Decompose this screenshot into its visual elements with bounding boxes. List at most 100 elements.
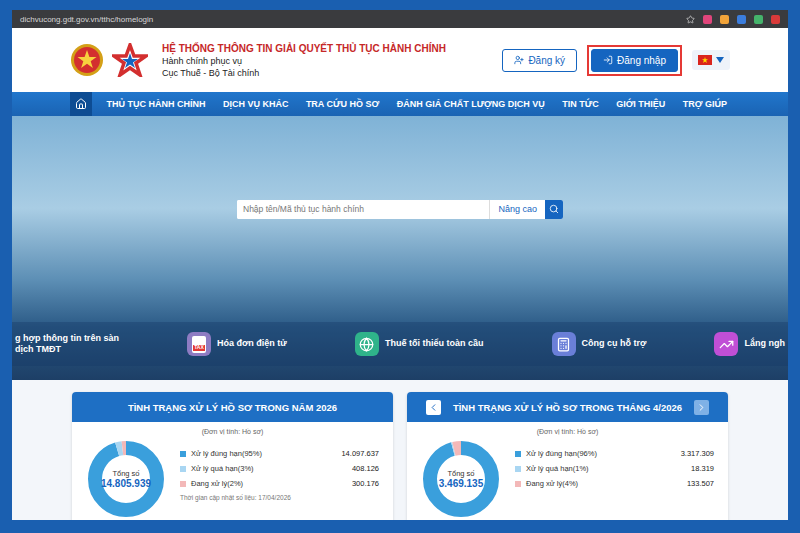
nav-item[interactable]: DỊCH VỤ KHÁC <box>220 92 292 116</box>
quick-link[interactable]: g hợp thông tin trên sàndịch TMĐT <box>12 333 122 356</box>
home-icon <box>75 98 87 110</box>
site-title: HỆ THỐNG THÔNG TIN GIẢI QUYẾT THỦ TỤC HÀ… <box>162 43 446 54</box>
calculator-icon <box>552 332 576 356</box>
site-header: HỆ THỐNG THÔNG TIN GIẢI QUYẾT THỦ TỤC HÀ… <box>12 28 788 92</box>
tax-agency-logo-icon <box>112 43 148 77</box>
quick-link[interactable]: Lắng ngh <box>711 332 788 356</box>
feedback-icon <box>714 332 738 356</box>
button-highlight: Đăng ký <box>498 45 581 76</box>
legend-item: Đang xử lý(4%) 133.507 <box>515 479 714 488</box>
extension-icon[interactable] <box>720 15 729 24</box>
extension-icon[interactable] <box>771 15 780 24</box>
stats-card-header: TÌNH TRẠNG XỬ LÝ HỒ SƠ TRONG THÁNG 4/202… <box>407 392 728 422</box>
donut-segment <box>95 448 157 510</box>
brand[interactable]: HỆ THỐNG THÔNG TIN GIẢI QUYẾT THỦ TỤC HÀ… <box>70 43 498 78</box>
caret-down-icon <box>716 57 724 63</box>
search-button[interactable] <box>545 200 563 219</box>
legend-item: Đang xử lý(2%)300.176 <box>180 479 379 488</box>
legend-swatch <box>180 451 186 457</box>
register-button[interactable]: Đăng ký <box>502 49 577 72</box>
extension-icon[interactable] <box>737 15 746 24</box>
legend-value: 14.097.637 <box>341 449 379 458</box>
legend-value: 133.507 <box>687 479 714 488</box>
advanced-search-link[interactable]: Nâng cao <box>489 200 545 219</box>
legend-value: 408.126 <box>352 464 379 473</box>
legend-item: Xử lý đúng hạn(95%)14.097.637 <box>180 449 379 458</box>
legend-value: 18.319 <box>691 464 714 473</box>
extension-icon[interactable] <box>703 15 712 24</box>
legend-swatch <box>515 466 521 472</box>
screenshot-frame: dichvucong.gdt.gov.vn/tthc/homelogin HỆ T… <box>0 0 800 533</box>
stats-section: TÌNH TRẠNG XỬ LÝ HỒ SƠ TRONG NĂM 2026 (Đơ… <box>12 380 788 520</box>
chart-legend: Xử lý đúng hạn(96%)3.317.309Xử lý quá hạ… <box>515 439 714 488</box>
stats-card-title: TÌNH TRẠNG XỬ LÝ HỒ SƠ TRONG THÁNG 4/202… <box>453 402 682 413</box>
stats-card-header: TÌNH TRẠNG XỬ LÝ HỒ SƠ TRONG NĂM 2026 <box>72 392 393 422</box>
quick-link-label: Hóa đơn điện tử <box>217 338 287 349</box>
bookmark-star-icon[interactable] <box>686 15 695 24</box>
donut-segment <box>430 448 492 510</box>
update-time: Thời gian cập nhật số liệu: 17/04/2026 <box>180 494 379 501</box>
quick-link-label: g hợp thông tin trên sàn <box>15 333 119 344</box>
legend-swatch <box>180 466 186 472</box>
next-month-button[interactable] <box>694 400 709 415</box>
quick-link-label: Công cụ hỗ trợ <box>582 338 647 349</box>
address-bar: dichvucong.gdt.gov.vn/tthc/homelogin <box>12 10 788 28</box>
legend-swatch <box>515 451 521 457</box>
globe-icon <box>355 332 379 356</box>
donut-segment <box>95 448 157 510</box>
search-icon <box>549 204 559 214</box>
nav-item[interactable]: ĐÁNH GIÁ CHẤT LƯỢNG DỊCH VỤ <box>394 92 548 116</box>
site-agency: Cục Thuế - Bộ Tài chính <box>162 68 446 78</box>
legend-item: Xử lý quá hạn(1%) 18.319 <box>515 464 714 473</box>
prev-month-button[interactable] <box>426 400 441 415</box>
login-button[interactable]: Đăng nhập <box>591 49 678 72</box>
donut-wrap: Tổng số14.805.939 <box>86 439 166 519</box>
total-value: 14.805.939 <box>101 478 151 489</box>
button-highlight: Đăng nhập <box>587 45 682 76</box>
chevron-left-icon <box>428 402 439 413</box>
vietnam-flag-icon <box>698 55 712 65</box>
nav-item[interactable]: TRA CỨU HỒ SƠ <box>303 92 382 116</box>
total-label: Tổng số <box>447 469 474 478</box>
legend-value: 300.176 <box>352 479 379 488</box>
invoice-icon: TAX <box>187 332 211 356</box>
legend-label: Đang xử lý(4%) <box>526 479 682 488</box>
search-bar: Nâng cao <box>237 200 563 219</box>
unit-note: (Đơn vị tính: Hồ sơ) <box>202 428 264 435</box>
quick-link[interactable]: Thuế tối thiểu toàn cầu <box>352 332 487 356</box>
stats-card: TÌNH TRẠNG XỬ LÝ HỒ SƠ TRONG NĂM 2026 (Đơ… <box>72 392 393 520</box>
donut-segment <box>430 448 492 510</box>
chevron-right-icon <box>696 402 707 413</box>
nav-item[interactable]: TRỢ GIÚP <box>680 92 730 116</box>
user-plus-icon <box>514 55 524 65</box>
donut-wrap: Tổng số3.469.135 <box>421 439 501 519</box>
nav-item[interactable]: GIỚI THIỆU <box>613 92 668 116</box>
search-input[interactable] <box>237 200 489 219</box>
main-nav: THỦ TỤC HÀNH CHÍNH DỊCH VỤ KHÁC TRA CỨU HỒ… <box>12 92 788 116</box>
total-value: 3.469.135 <box>439 478 484 489</box>
extension-icon[interactable] <box>754 15 763 24</box>
legend-value: 3.317.309 <box>681 449 714 458</box>
chart-legend: Xử lý đúng hạn(95%)14.097.637 Xử lý quá h… <box>180 439 379 501</box>
stats-card-title: TÌNH TRẠNG XỬ LÝ HỒ SƠ TRONG NĂM 2026 <box>128 402 337 413</box>
national-emblem-icon <box>70 43 104 77</box>
nav-item[interactable]: THỦ TỤC HÀNH CHÍNH <box>103 92 208 116</box>
legend-swatch <box>180 481 186 487</box>
url-text[interactable]: dichvucong.gdt.gov.vn/tthc/homelogin <box>20 15 678 24</box>
legend-swatch <box>515 481 521 487</box>
language-selector[interactable] <box>692 50 730 70</box>
donut-segment <box>430 448 492 510</box>
hero-banner: Nâng cao g hợp thông tin trên sàndịch TMĐ… <box>12 116 788 380</box>
legend-label: Xử lý quá hạn(1%) <box>526 464 686 473</box>
quick-link-label: Thuế tối thiểu toàn cầu <box>385 338 484 349</box>
unit-note: (Đơn vị tính: Hồ sơ) <box>537 428 599 435</box>
quick-link[interactable]: TAX Hóa đơn điện tử <box>184 332 290 356</box>
legend-label: Xử lý quá hạn(3%) <box>191 464 347 473</box>
quick-link-label: Lắng ngh <box>744 338 785 349</box>
nav-item[interactable]: TIN TỨC <box>559 92 601 116</box>
stats-card: TÌNH TRẠNG XỬ LÝ HỒ SƠ TRONG THÁNG 4/202… <box>407 392 728 520</box>
home-tab[interactable] <box>70 92 92 116</box>
site-subtitle: Hành chính phục vụ <box>162 56 446 66</box>
login-icon <box>603 55 613 65</box>
quick-link[interactable]: Công cụ hỗ trợ <box>549 332 650 356</box>
